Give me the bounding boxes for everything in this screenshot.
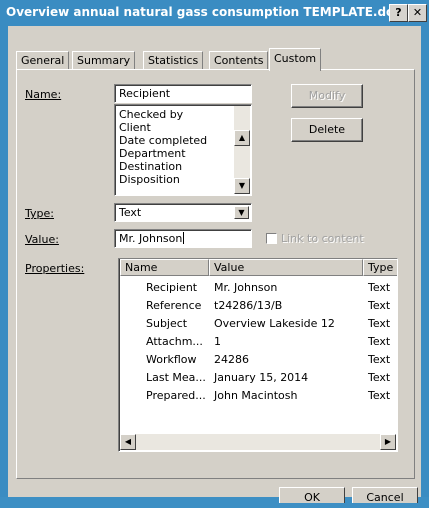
- row-name: Attachm...: [146, 335, 203, 348]
- properties-label: Properties:: [25, 262, 85, 275]
- type-value: Text: [119, 206, 142, 219]
- close-button[interactable]: ✕: [408, 4, 427, 22]
- row-value: 1: [214, 335, 221, 348]
- row-type: Text: [368, 353, 391, 366]
- table-row[interactable]: Recipient Mr. Johnson Text: [119, 279, 391, 296]
- row-name: Last Mea...: [146, 371, 206, 384]
- type-label: Type:: [25, 207, 54, 220]
- row-name: Reference: [146, 299, 202, 312]
- list-item[interactable]: Date completed: [115, 134, 251, 147]
- table-row[interactable]: Subject Overview Lakeside 12 Text: [119, 315, 391, 332]
- row-type: Text: [368, 299, 391, 312]
- link-checkbox[interactable]: [266, 233, 277, 244]
- help-button[interactable]: ?: [389, 4, 408, 22]
- list-item[interactable]: Disposition: [115, 173, 251, 186]
- cancel-button[interactable]: Cancel: [352, 487, 418, 504]
- name-input[interactable]: Recipient: [114, 84, 252, 103]
- list-item[interactable]: Destination: [115, 160, 251, 173]
- scroll-up-icon[interactable]: ▲: [234, 130, 250, 146]
- table-row[interactable]: Last Mea... January 15, 2014 Text: [119, 369, 391, 386]
- column-header-value[interactable]: Value: [209, 259, 363, 276]
- row-value: January 15, 2014: [214, 371, 309, 384]
- value-input[interactable]: Mr. Johnson: [114, 229, 252, 248]
- type-select[interactable]: Text ▼: [114, 203, 252, 222]
- window-title: Overview annual natural gass consumption…: [6, 5, 408, 19]
- tab-general[interactable]: General: [16, 51, 70, 70]
- row-type: Text: [368, 371, 391, 384]
- row-value: t24286/13/B: [214, 299, 283, 312]
- scroll-down-icon[interactable]: ▼: [234, 178, 250, 194]
- value-label: Value:: [25, 233, 59, 246]
- value-text: Mr. Johnson: [119, 232, 183, 245]
- delete-button[interactable]: Delete: [291, 118, 363, 142]
- row-value: Overview Lakeside 12: [214, 317, 335, 330]
- table-row[interactable]: Reference t24286/13/B Text: [119, 297, 391, 314]
- row-name: Workflow: [146, 353, 197, 366]
- name-list[interactable]: Checked by Client Date completed Departm…: [114, 104, 252, 196]
- table-row[interactable]: Prepared... John Macintosh Text: [119, 387, 391, 404]
- row-value: John Macintosh: [214, 389, 298, 402]
- row-type: Text: [368, 281, 391, 294]
- modify-button[interactable]: Modify: [291, 84, 363, 108]
- text-caret: [183, 232, 185, 244]
- row-name: Recipient: [146, 281, 198, 294]
- dialog-client: General Summary Statistics Contents Cust…: [8, 26, 421, 504]
- table-row[interactable]: Attachm... 1 Text: [119, 333, 391, 350]
- scroll-left-icon[interactable]: ◀: [120, 434, 136, 450]
- tab-summary[interactable]: Summary: [72, 51, 136, 70]
- list-item[interactable]: Checked by: [115, 108, 251, 121]
- row-type: Text: [368, 335, 391, 348]
- tab-contents[interactable]: Contents: [209, 51, 269, 70]
- list-item[interactable]: Client: [115, 121, 251, 134]
- scroll-right-icon[interactable]: ▶: [380, 434, 396, 450]
- column-header-type[interactable]: Type: [363, 259, 397, 276]
- row-value: Mr. Johnson: [214, 281, 278, 294]
- tab-statistics[interactable]: Statistics: [143, 51, 204, 70]
- row-name: Subject: [146, 317, 188, 330]
- tab-custom[interactable]: Custom: [269, 48, 322, 71]
- properties-dialog: Overview annual natural gass consumption…: [0, 0, 429, 504]
- row-value: 24286: [214, 353, 249, 366]
- row-type: Text: [368, 317, 391, 330]
- row-name: Prepared...: [146, 389, 206, 402]
- name-label: Name:: [25, 88, 62, 101]
- link-to-content-label: Link to content: [281, 232, 364, 245]
- column-header-name[interactable]: Name: [120, 259, 209, 276]
- chevron-down-icon[interactable]: ▼: [234, 206, 249, 219]
- title-bar[interactable]: Overview annual natural gass consumption…: [0, 0, 429, 26]
- list-item[interactable]: Department: [115, 147, 251, 160]
- properties-hscrollbar[interactable]: ◀ ▶: [120, 434, 396, 450]
- table-row[interactable]: Workflow 24286 Text: [119, 351, 391, 368]
- properties-list[interactable]: Name Value Type Recipient Mr. Johnson Te…: [118, 258, 398, 452]
- name-list-scrollbar[interactable]: ▲ ▼: [234, 106, 250, 194]
- ok-button[interactable]: OK: [279, 487, 345, 504]
- row-type: Text: [368, 389, 391, 402]
